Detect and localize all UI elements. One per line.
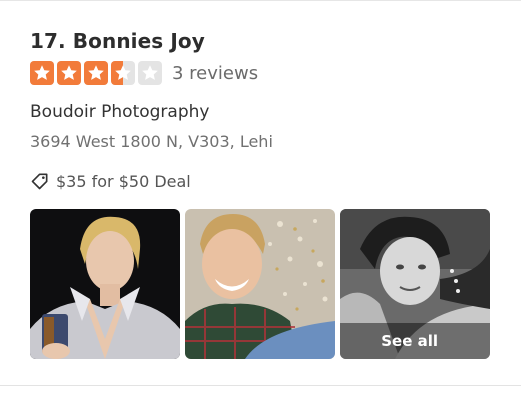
- business-category[interactable]: Boudoir Photography: [30, 102, 209, 122]
- photo-gallery: See all: [30, 209, 491, 359]
- business-name[interactable]: 17. Bonnies Joy: [30, 29, 205, 53]
- woman-portrait-image: [30, 209, 180, 359]
- star-rating: [30, 61, 162, 85]
- star-icon: [57, 61, 81, 85]
- business-address: 3694 West 1800 N, V303, Lehi: [30, 132, 273, 151]
- star-icon: [138, 61, 162, 85]
- star-icon: [84, 61, 108, 85]
- review-count[interactable]: 3 reviews: [172, 63, 258, 84]
- business-listing-card: 17. Bonnies Joy 3 reviews Boudoir Photog…: [0, 0, 521, 400]
- tag-icon: [31, 173, 48, 190]
- boy-portrait-image: [185, 209, 335, 359]
- photo-thumbnail[interactable]: [30, 209, 180, 359]
- photo-thumbnail-see-all[interactable]: See all: [340, 209, 490, 359]
- photo-thumbnail[interactable]: [185, 209, 335, 359]
- deal-offer[interactable]: $35 for $50 Deal: [30, 171, 191, 191]
- deal-label: $35 for $50 Deal: [56, 171, 191, 191]
- see-all-button[interactable]: See all: [340, 323, 490, 359]
- star-icon: [30, 61, 54, 85]
- star-icon: [111, 61, 135, 85]
- rating-row: 3 reviews: [30, 61, 258, 85]
- section-divider: [0, 385, 521, 386]
